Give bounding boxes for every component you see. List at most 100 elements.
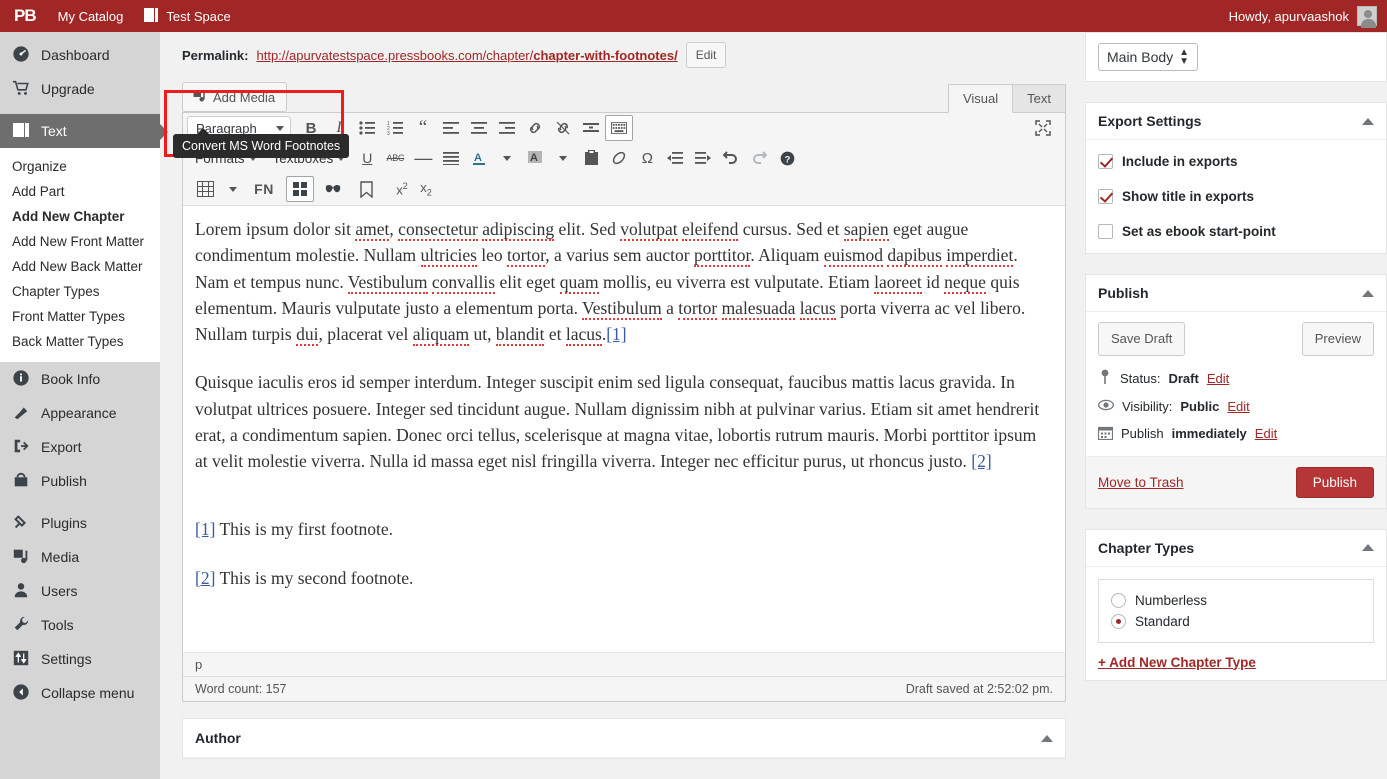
sidebar-item-chapter-types[interactable]: Chapter Types [0,279,160,304]
table-icon[interactable] [191,176,219,202]
chapter-type-standard-row[interactable]: Standard [1111,611,1361,632]
chevron-up-icon[interactable] [1362,290,1374,297]
link-icon[interactable] [521,115,549,141]
show-title-in-exports-checkbox[interactable] [1098,189,1113,204]
include-in-exports-checkbox[interactable] [1098,154,1113,169]
unlink-icon[interactable] [549,115,577,141]
editor-element-path[interactable]: p [183,652,1065,676]
sidebar-item-plugins[interactable]: Plugins [0,506,160,540]
chevron-up-icon[interactable] [1362,118,1374,125]
publish-panel-footer: Move to Trash Publish [1086,456,1386,508]
footnote-2-marker[interactable]: [2] [195,568,215,588]
sidebar-item-export[interactable]: Export [0,430,160,464]
sidebar-item-text[interactable]: Text [0,114,160,148]
footnote-reference-1[interactable]: [1] [606,324,626,344]
status-edit-link[interactable]: Edit [1207,371,1229,386]
outdent-icon[interactable] [661,145,689,171]
footnote-1-marker[interactable]: [1] [195,519,215,539]
align-right-icon[interactable] [493,115,521,141]
sidebar-item-tools[interactable]: Tools [0,608,160,642]
footnote-button[interactable]: FN [247,176,281,202]
chevron-up-icon[interactable] [1041,735,1053,742]
align-left-icon[interactable] [437,115,465,141]
special-character-icon[interactable]: Ω [633,145,661,171]
keyboard-icon[interactable] [605,115,633,141]
preview-button[interactable]: Preview [1302,322,1374,356]
sidebar-item-settings[interactable]: Settings [0,642,160,676]
tab-text[interactable]: Text [1012,84,1066,112]
text-color-button[interactable]: A [465,145,493,171]
horizontal-rule-icon[interactable]: — [409,145,437,171]
bookmark-icon[interactable] [352,176,380,202]
underline-button[interactable]: U [353,145,381,171]
dashboard-icon [12,45,32,65]
edit-permalink-button[interactable]: Edit [686,42,727,68]
pressbooks-logo[interactable]: PB [0,0,48,32]
publish-date-edit-link[interactable]: Edit [1255,426,1277,441]
ebook-start-point-row[interactable]: Set as ebook start-point [1098,224,1374,239]
sidebar-item-media[interactable]: Media [0,540,160,574]
add-media-button[interactable]: Add Media [182,82,287,112]
undo-icon[interactable] [717,145,745,171]
chapter-type-standard-radio[interactable] [1111,614,1126,629]
show-title-in-exports-row[interactable]: Show title in exports [1098,189,1374,204]
background-color-button[interactable]: A [521,145,549,171]
indent-icon[interactable] [689,145,717,171]
superscript-button[interactable]: x2 [390,176,414,202]
visibility-edit-link[interactable]: Edit [1227,399,1249,414]
align-center-icon[interactable] [465,115,493,141]
ebook-start-point-checkbox[interactable] [1098,224,1113,239]
chapter-type-numberless-radio[interactable] [1111,593,1126,608]
publish-panel-header: Publish [1086,275,1386,312]
fullscreen-icon[interactable] [1029,115,1057,141]
tab-visual[interactable]: Visual [948,84,1013,113]
footnote-reference-2[interactable]: [2] [971,451,991,471]
chapter-type-numberless-row[interactable]: Numberless [1111,590,1361,611]
part-select-value: Main Body [1107,49,1173,65]
redo-icon[interactable] [745,145,773,171]
clear-formatting-icon[interactable] [605,145,633,171]
sidebar-item-add-new-front-matter[interactable]: Add New Front Matter [0,229,160,254]
sidebar-item-front-matter-types[interactable]: Front Matter Types [0,304,160,329]
add-new-chapter-type-link[interactable]: + Add New Chapter Type [1098,655,1374,670]
text-color-chevron-icon[interactable] [493,145,521,171]
sidebar-item-users[interactable]: Users [0,574,160,608]
sidebar-item-appearance[interactable]: Appearance [0,396,160,430]
avatar-icon[interactable] [1357,6,1377,26]
sidebar-item-add-new-chapter[interactable]: Add New Chapter [0,204,160,229]
numbered-list-icon[interactable]: 123 [381,115,409,141]
background-color-chevron-icon[interactable] [549,145,577,171]
admin-bar-my-catalog[interactable]: My Catalog [48,0,134,32]
blockquote-icon[interactable]: “ [409,115,437,141]
sidebar-item-collapse-menu[interactable]: Collapse menu [0,676,160,710]
help-icon[interactable]: ? [773,145,801,171]
save-draft-button[interactable]: Save Draft [1098,322,1185,356]
sidebar-item-add-part[interactable]: Add Part [0,179,160,204]
editor-content-area[interactable]: Lorem ipsum dolor sit amet, consectetur … [183,206,1065,652]
admin-bar-account[interactable]: Howdy, apurvaashok [1229,6,1387,26]
sidebar-item-publish[interactable]: Publish [0,464,160,498]
convert-ms-word-footnotes-button[interactable] [286,176,314,202]
paste-as-text-icon[interactable] [577,145,605,171]
sidebar-item-organize[interactable]: Organize [0,154,160,179]
sidebar-item-dashboard[interactable]: Dashboard [0,38,160,72]
admin-bar-site[interactable]: Test Space [133,0,240,32]
read-more-icon[interactable] [577,115,605,141]
glasses-icon[interactable] [319,176,347,202]
include-in-exports-row[interactable]: Include in exports [1098,154,1374,169]
table-chevron-down-icon[interactable] [219,176,247,202]
publish-button[interactable]: Publish [1296,467,1374,498]
chevron-up-icon[interactable] [1362,544,1374,551]
sidebar-item-upgrade[interactable]: Upgrade [0,72,160,106]
permalink-url[interactable]: http://apurvatestspace.pressbooks.com/ch… [256,48,677,63]
align-justify-icon[interactable] [437,145,465,171]
subscript-button[interactable]: x2 [414,176,438,202]
sidebar-item-book-info[interactable]: Book Info [0,362,160,396]
sidebar-item-back-matter-types[interactable]: Back Matter Types [0,329,160,354]
part-select[interactable]: Main Body ▲▼ [1098,43,1198,71]
bulleted-list-icon[interactable] [353,115,381,141]
author-panel-header[interactable]: Author [183,719,1065,758]
sidebar-item-add-new-back-matter[interactable]: Add New Back Matter [0,254,160,279]
move-to-trash-link[interactable]: Move to Trash [1098,475,1184,490]
strikethrough-button[interactable]: ABC [381,145,409,171]
